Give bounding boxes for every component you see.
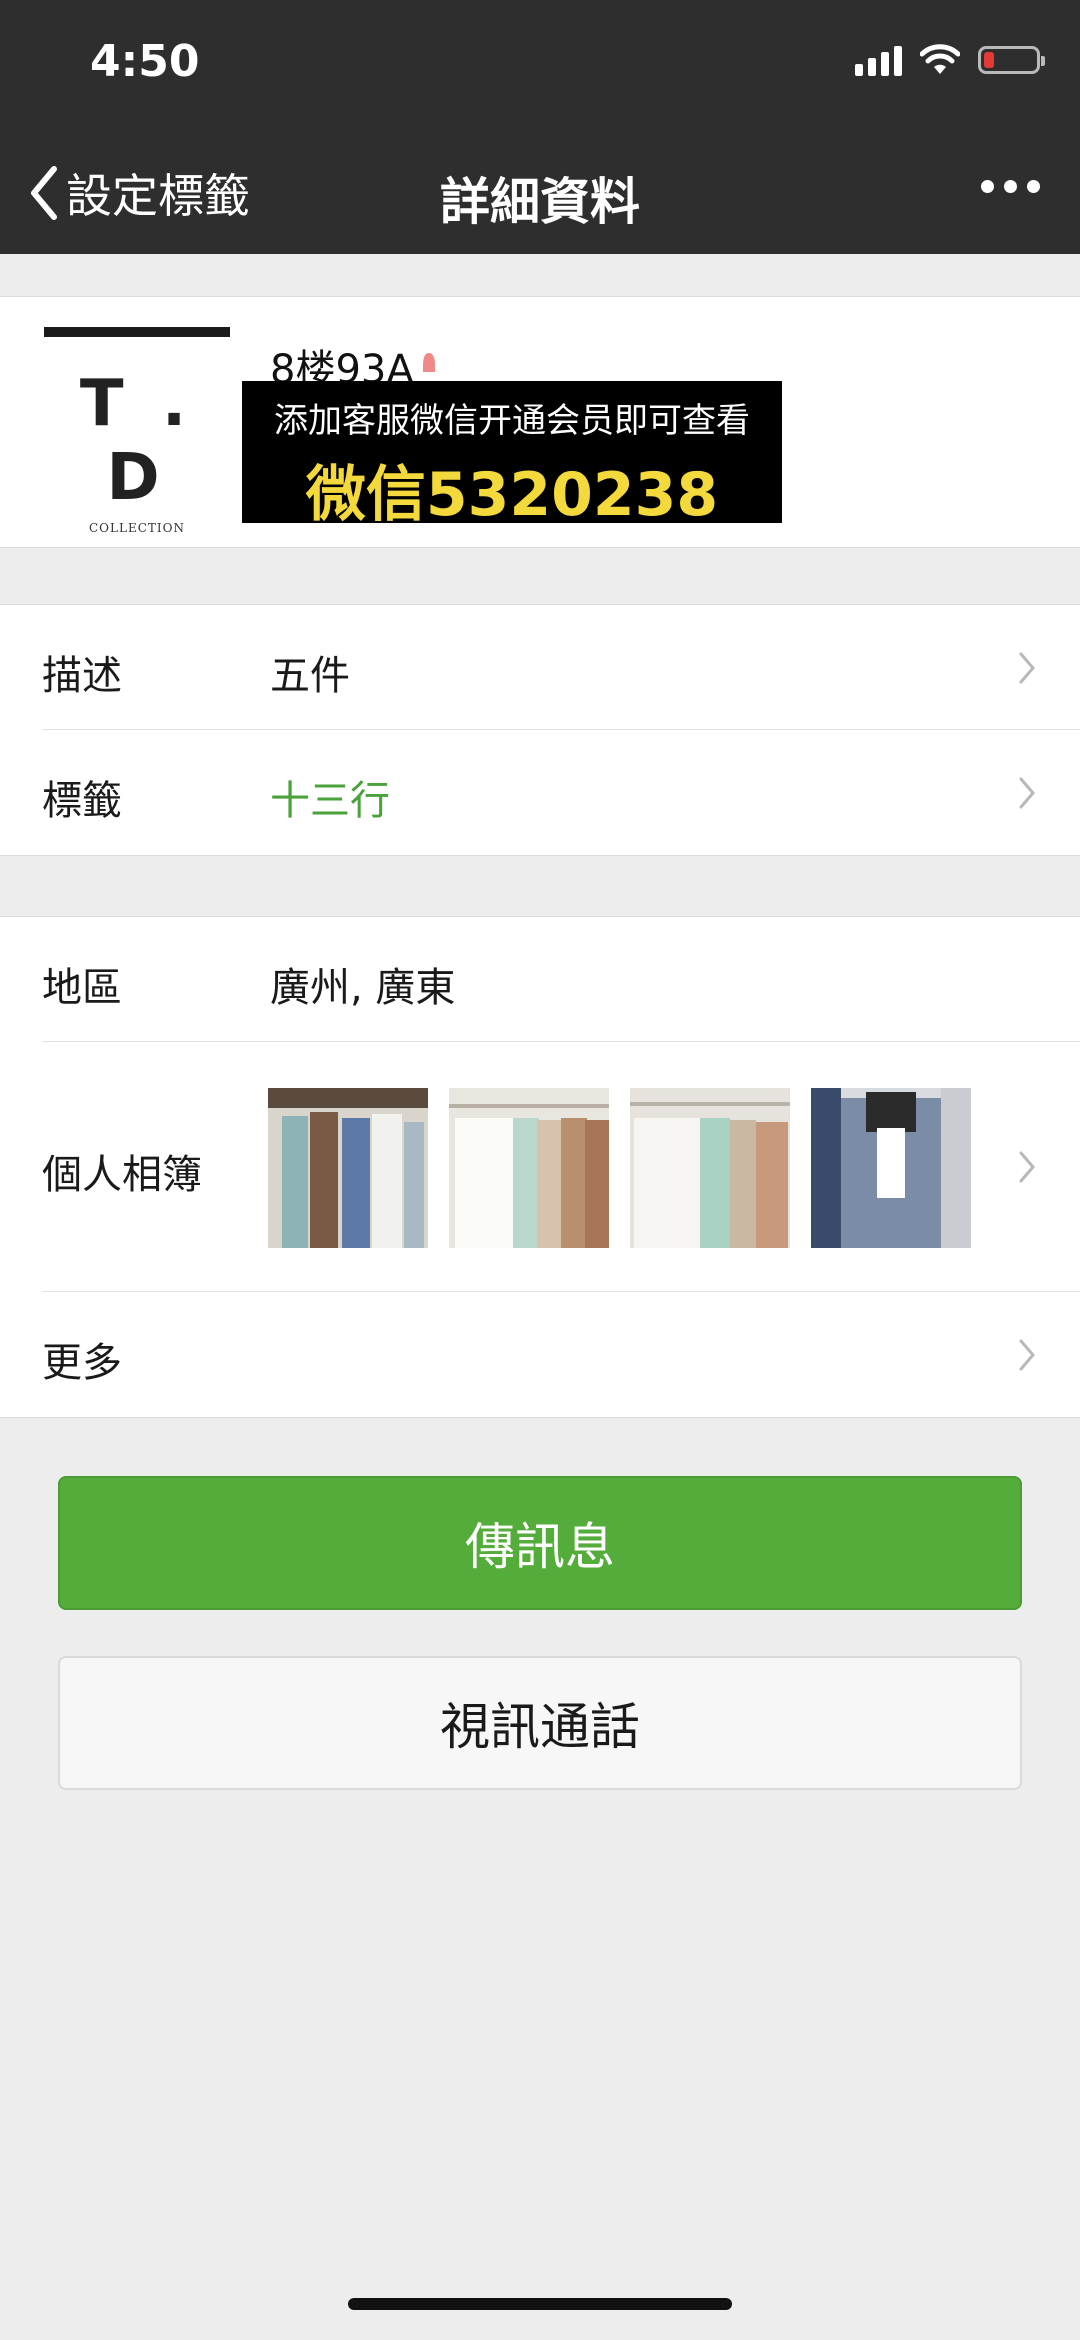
chevron-right-icon: [1019, 1339, 1035, 1371]
chevron-right-icon: [1019, 1151, 1035, 1183]
album-photo[interactable]: [811, 1088, 971, 1248]
more-label: 更多: [42, 1340, 122, 1386]
album-label: 個人相簿: [42, 1152, 202, 1198]
description-value: 五件: [270, 653, 350, 699]
chevron-right-icon: [1019, 777, 1035, 809]
more-options-button[interactable]: [981, 180, 1040, 193]
avatar-logo-text: T . D: [79, 367, 195, 515]
signal-icon: [855, 44, 902, 76]
video-call-button[interactable]: 視訊通話: [58, 1656, 1022, 1790]
wifi-icon: [920, 44, 960, 74]
description-label: 描述: [42, 653, 122, 699]
avatar[interactable]: T . D COLLECTION: [44, 327, 230, 535]
chevron-right-icon: [1019, 652, 1035, 684]
status-bar: 4:50: [0, 0, 1080, 130]
more-row[interactable]: 更多: [0, 1292, 1080, 1417]
tags-value: 十三行: [270, 778, 390, 824]
battery-icon: [978, 46, 1045, 74]
send-message-button[interactable]: 傳訊息: [58, 1476, 1022, 1610]
nav-bar: 設定標籤 詳細資料: [0, 130, 1080, 254]
description-row[interactable]: 描述 五件: [0, 605, 1080, 730]
album-row[interactable]: 個人相簿: [0, 1042, 1080, 1292]
region-row: 地區 廣州, 廣東: [0, 917, 1080, 1042]
dot-icon: [1004, 180, 1017, 193]
avatar-logo-subtext: COLLECTION: [89, 521, 185, 535]
tags-row[interactable]: 標籤 十三行: [0, 730, 1080, 855]
tags-label: 標籤: [42, 778, 122, 824]
promo-wechat-id: 微信5320238: [305, 460, 719, 530]
album-photo[interactable]: [268, 1088, 428, 1248]
promo-text: 添加客服微信开通会员即可查看: [274, 401, 750, 441]
promo-overlay-banner: 添加客服微信开通会员即可查看 微信5320238: [242, 381, 782, 530]
status-time: 4:50: [90, 36, 200, 87]
region-value: 廣州, 廣東: [270, 965, 456, 1011]
female-gender-icon: [422, 353, 435, 372]
page-title: 詳細資料: [440, 173, 640, 231]
album-photo[interactable]: [449, 1088, 609, 1248]
region-label: 地區: [42, 965, 122, 1011]
status-icons: [855, 44, 1045, 76]
album-thumbnails: [268, 1088, 971, 1248]
profile-card: T . D COLLECTION 8楼93A 添加客服微信开通会员即可查看 微信…: [0, 296, 1080, 548]
info-group-1: 描述 五件 標籤 十三行: [0, 604, 1080, 856]
dot-icon: [981, 180, 994, 193]
home-indicator[interactable]: [348, 2298, 732, 2310]
album-photo[interactable]: [630, 1088, 790, 1248]
dot-icon: [1027, 180, 1040, 193]
info-group-2: 地區 廣州, 廣東 個人相簿 更多: [0, 916, 1080, 1418]
